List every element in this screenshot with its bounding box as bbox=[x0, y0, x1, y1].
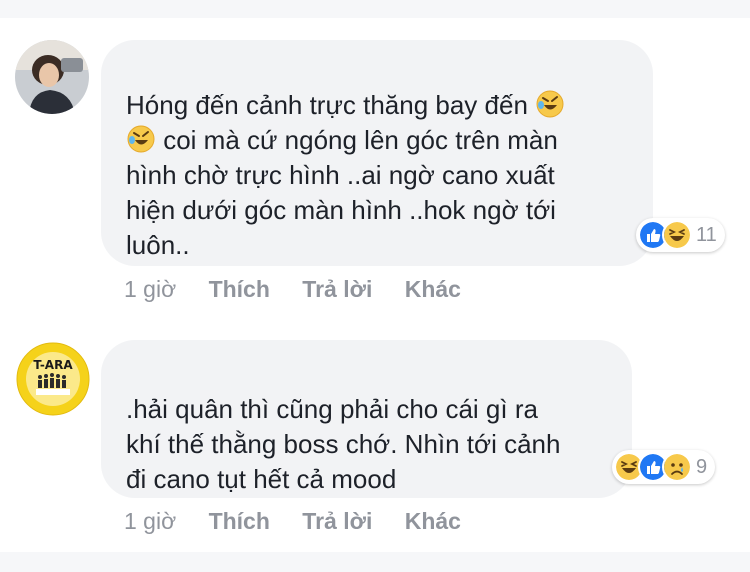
comment-line: .hải quân thì cũng phải cho cái gì ra bbox=[126, 394, 538, 424]
comment-line: coi mà cứ ngóng lên góc trên màn bbox=[156, 125, 558, 155]
like-link[interactable]: Thích bbox=[209, 276, 270, 302]
rofl-emoji bbox=[536, 90, 564, 118]
comment-text: Hóng đến cảnh trực thăng bay đến coi mà … bbox=[126, 88, 565, 263]
comment-line: Hóng đến cảnh trực thăng bay đến bbox=[126, 90, 528, 120]
reaction-summary[interactable]: 11 bbox=[636, 218, 725, 252]
comment-line: luôn.. bbox=[126, 230, 190, 260]
comment-text: .hải quân thì cũng phải cho cái gì ra kh… bbox=[126, 392, 560, 497]
reaction-count: 9 bbox=[696, 455, 708, 478]
comment-timestamp[interactable]: 1 giờ bbox=[124, 508, 176, 534]
reaction-summary[interactable]: 9 bbox=[612, 450, 716, 484]
comment-actions: 1 giờ Thích Trả lời Khác bbox=[124, 508, 461, 535]
sad-icon bbox=[662, 452, 692, 482]
reply-link[interactable]: Trả lời bbox=[302, 276, 372, 302]
comment-line: đi cano tụt hết cả mood bbox=[126, 464, 397, 494]
more-link[interactable]: Khác bbox=[405, 508, 461, 534]
top-divider-band bbox=[0, 0, 750, 18]
like-link[interactable]: Thích bbox=[209, 508, 270, 534]
bottom-divider-band bbox=[0, 552, 750, 572]
reply-link[interactable]: Trả lời bbox=[302, 508, 372, 534]
user-avatar[interactable] bbox=[15, 40, 89, 114]
comment-line: hình chờ trực hình ..ai ngờ cano xuất bbox=[126, 160, 555, 190]
more-link[interactable]: Khác bbox=[405, 276, 461, 302]
comment-timestamp[interactable]: 1 giờ bbox=[124, 276, 176, 302]
comment-actions: 1 giờ Thích Trả lời Khác bbox=[124, 276, 461, 303]
page-avatar-label: T-ARA bbox=[33, 358, 73, 372]
reaction-count: 11 bbox=[696, 223, 717, 246]
page-avatar[interactable]: T-ARA bbox=[16, 342, 90, 416]
comment-line: hiện dưới góc màn hình ..hok ngờ tới bbox=[126, 195, 556, 225]
haha-icon bbox=[662, 220, 692, 250]
rofl-emoji bbox=[127, 125, 155, 153]
comment-line: khí thế thằng boss chớ. Nhìn tới cảnh bbox=[126, 429, 561, 459]
